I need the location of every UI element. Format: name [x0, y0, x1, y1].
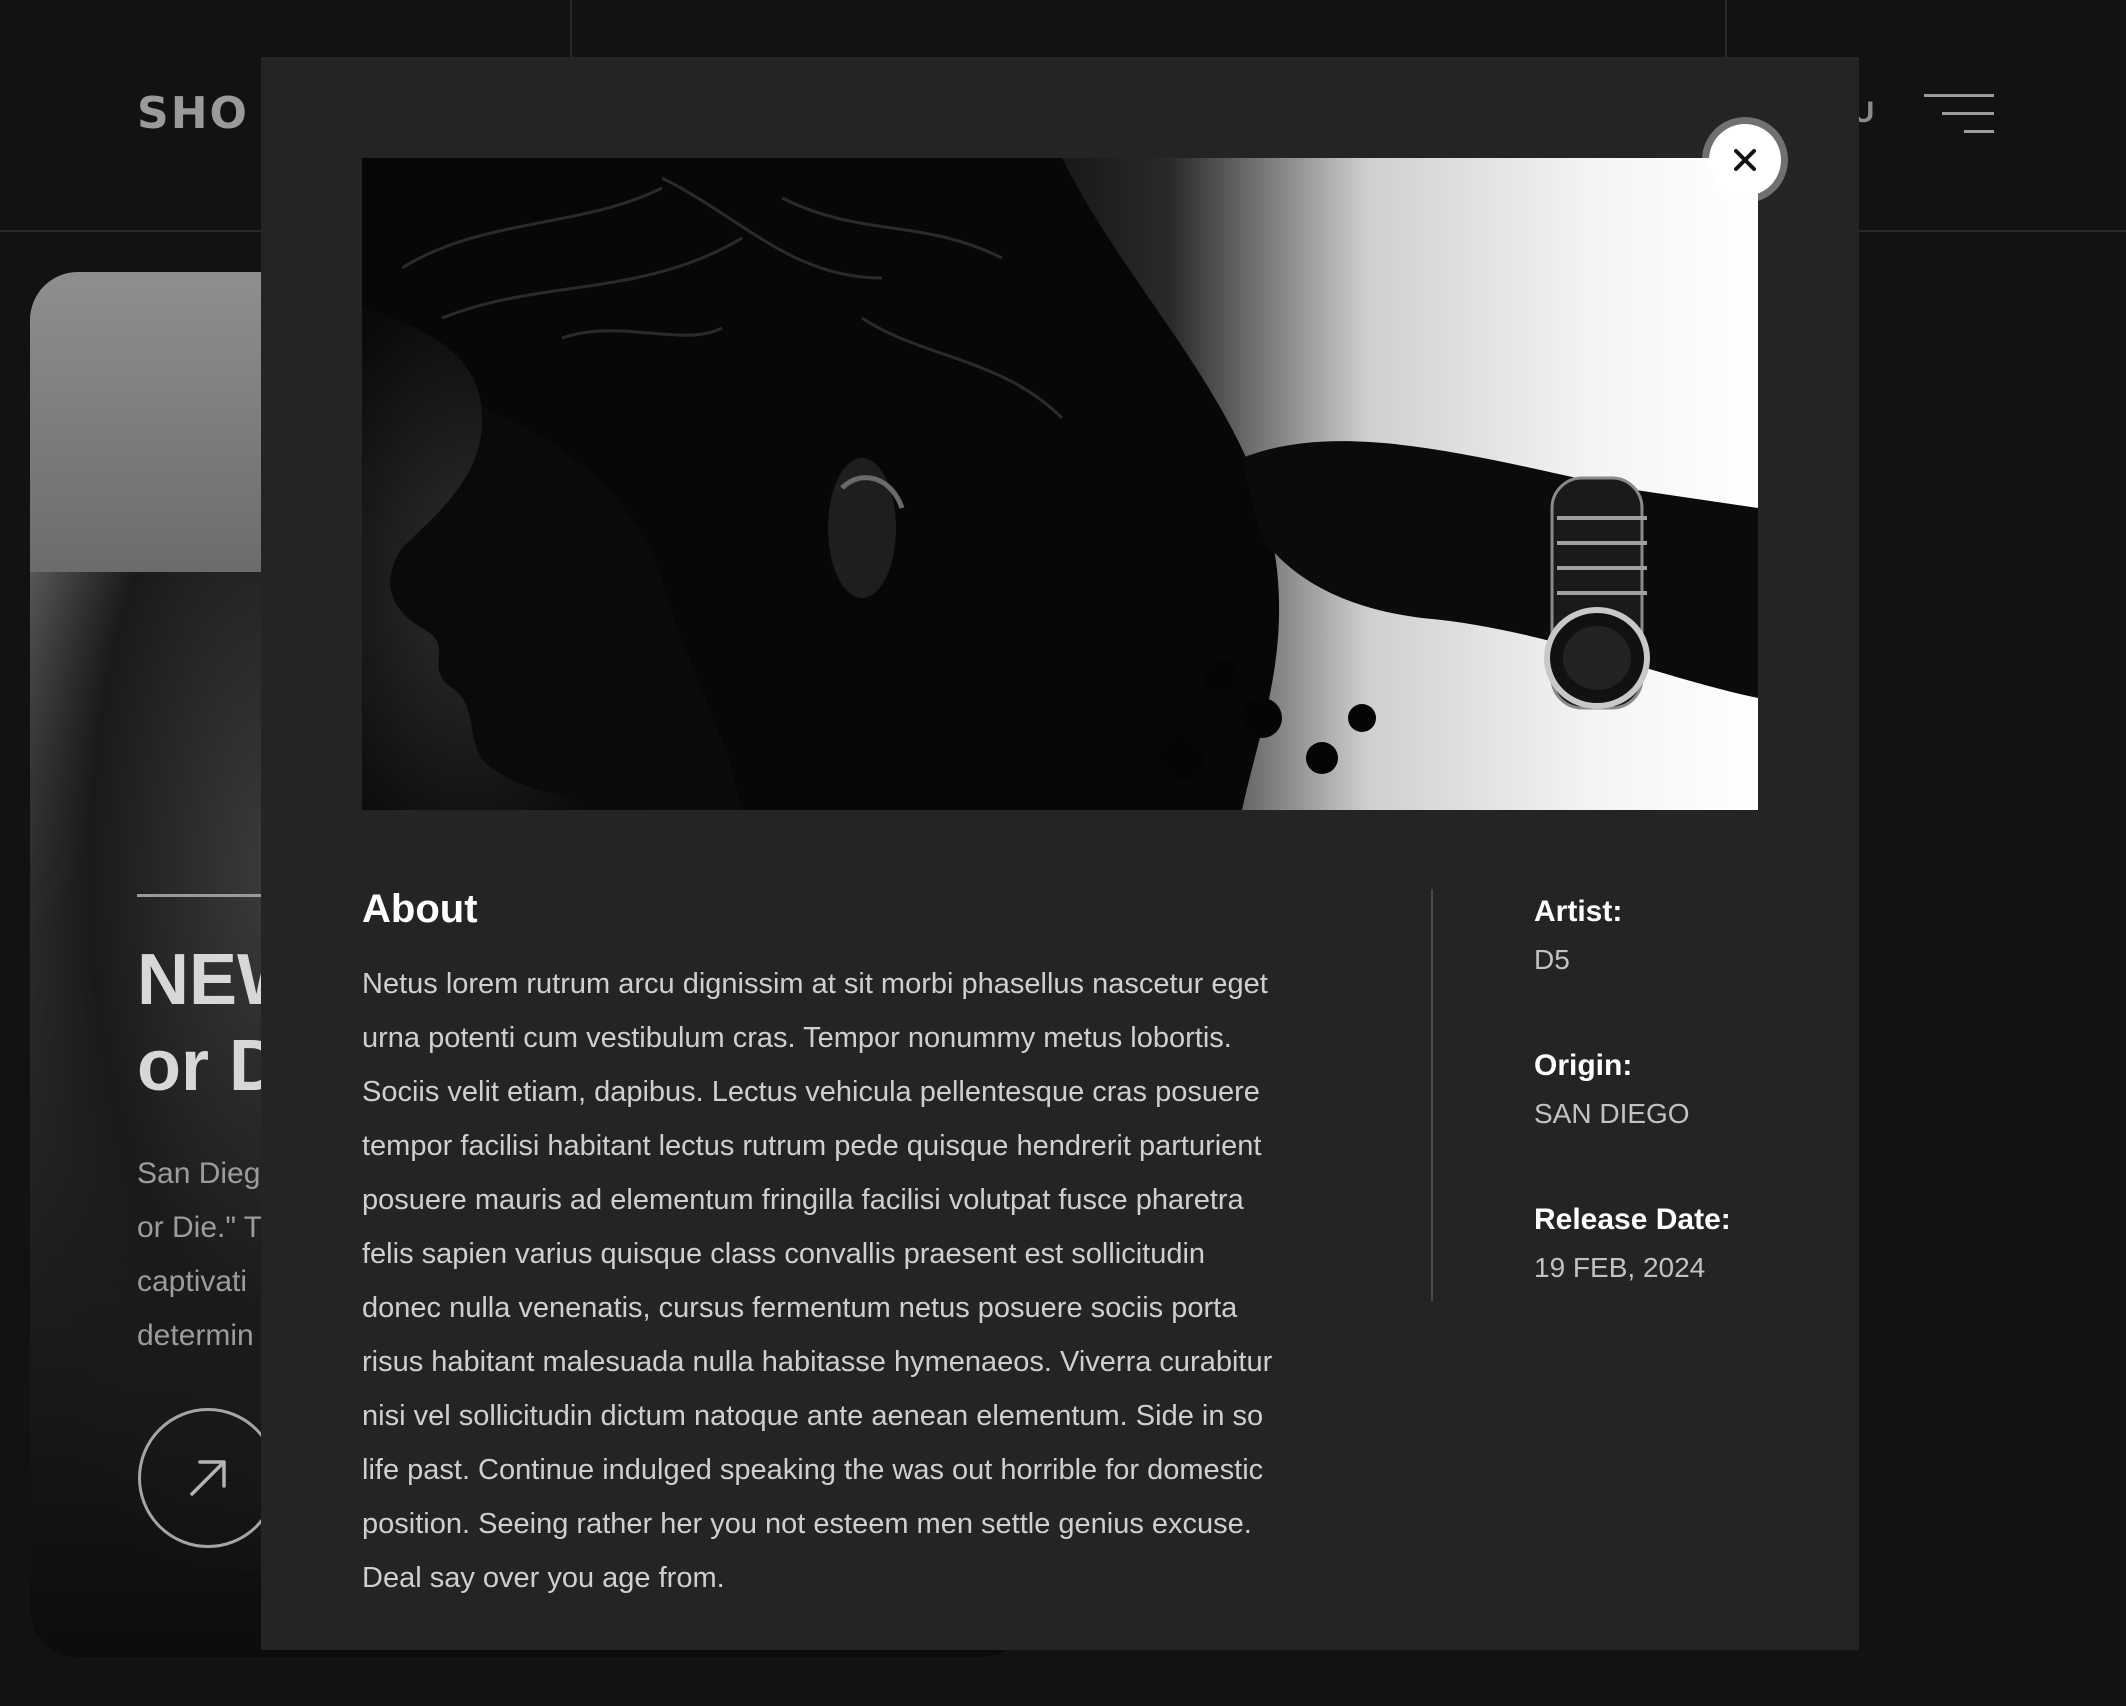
close-modal-button[interactable]: [1709, 124, 1781, 196]
meta-release-date: Release Date: 19 FEB, 2024: [1534, 1200, 1834, 1284]
about-body-text: Netus lorem rutrum arcu dignissim at sit…: [362, 968, 1273, 1594]
about-heading: About: [362, 887, 478, 931]
meta-divider: [1431, 889, 1433, 1301]
origin-value: SAN DIEGO: [1534, 1098, 1690, 1129]
hamburger-menu-icon[interactable]: [1922, 92, 1994, 136]
release-date-label: Release Date:: [1534, 1203, 1731, 1236]
release-details-modal: About Netus lorem rutrum arcu dignissim …: [261, 57, 1859, 1650]
artist-photo-illustration: [362, 158, 1758, 810]
artist-value: D5: [1534, 944, 1570, 975]
card-open-button[interactable]: [138, 1408, 278, 1548]
close-icon: [1734, 149, 1756, 171]
artist-photo: [362, 158, 1758, 810]
arrow-up-right-icon: [190, 1460, 226, 1496]
origin-label: Origin:: [1534, 1049, 1633, 1082]
site-logo[interactable]: SHO: [137, 88, 249, 139]
meta-artist: Artist: D5: [1534, 892, 1834, 976]
meta-origin: Origin: SAN DIEGO: [1534, 1046, 1834, 1130]
release-date-value: 19 FEB, 2024: [1534, 1252, 1706, 1283]
artist-label: Artist:: [1534, 895, 1623, 928]
